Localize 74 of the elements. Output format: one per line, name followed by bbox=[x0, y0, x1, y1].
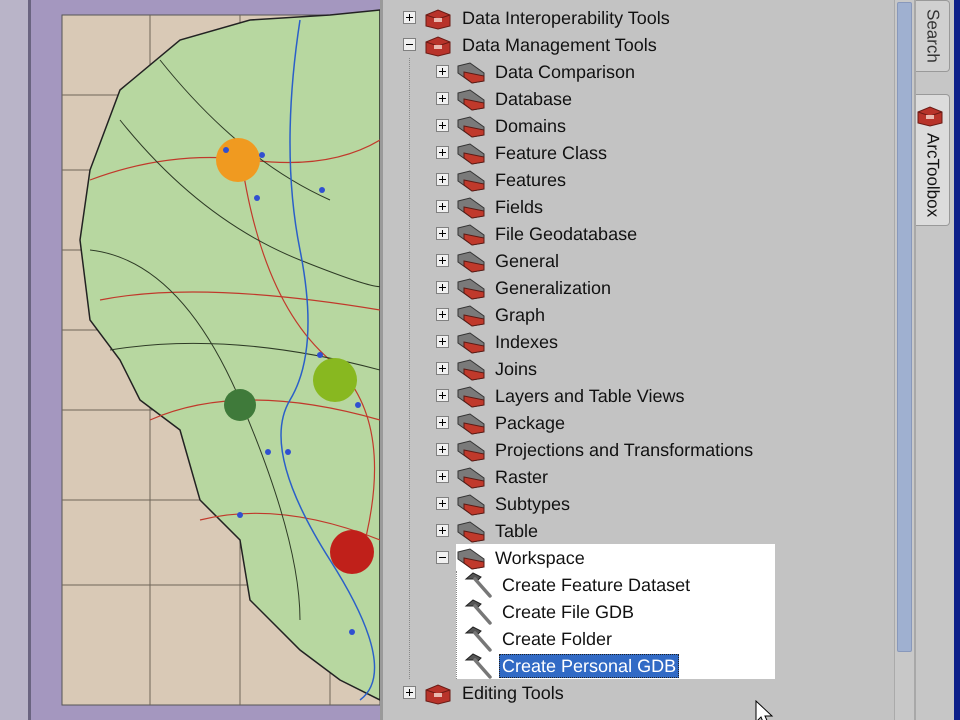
expand-button[interactable] bbox=[436, 146, 449, 159]
tree-item[interactable]: Package bbox=[492, 410, 568, 434]
scrollbar-thumb[interactable] bbox=[897, 2, 912, 652]
tree-item[interactable]: Layers and Table Views bbox=[492, 384, 688, 408]
hammer-icon bbox=[463, 570, 493, 598]
tree-item[interactable]: General bbox=[492, 248, 562, 272]
expand-button[interactable] bbox=[436, 362, 449, 375]
tree-item[interactable]: Database bbox=[492, 86, 576, 110]
tree-item[interactable]: Create Folder bbox=[499, 626, 616, 650]
expand-button[interactable] bbox=[436, 65, 449, 78]
hammer-icon bbox=[463, 598, 493, 626]
toolset-icon bbox=[456, 546, 486, 570]
tree-item[interactable]: Fields bbox=[492, 194, 546, 218]
expand-button[interactable] bbox=[403, 11, 416, 24]
toolset-icon bbox=[456, 222, 486, 246]
toolset-icon bbox=[456, 464, 486, 488]
side-tab[interactable]: ArcToolbox bbox=[916, 94, 950, 226]
tree-item[interactable]: Create File GDB bbox=[499, 600, 638, 624]
tree-item[interactable]: Projections and Transformations bbox=[492, 438, 756, 462]
tree-item[interactable]: Subtypes bbox=[492, 492, 574, 516]
expand-button[interactable] bbox=[436, 470, 449, 483]
expand-button[interactable] bbox=[436, 497, 449, 510]
tree-item[interactable]: Features bbox=[492, 168, 570, 192]
expand-button[interactable] bbox=[436, 524, 449, 537]
expand-button[interactable] bbox=[436, 227, 449, 240]
expand-button[interactable] bbox=[436, 119, 449, 132]
toolset-icon bbox=[456, 410, 486, 434]
expand-button[interactable] bbox=[436, 443, 449, 456]
tree-item[interactable]: Workspace bbox=[492, 546, 588, 570]
tree-item[interactable]: Domains bbox=[492, 114, 570, 138]
toolset-icon bbox=[456, 86, 486, 110]
tree-item[interactable]: Generalization bbox=[492, 276, 614, 300]
side-tab[interactable]: Search bbox=[916, 0, 950, 72]
tree-item[interactable]: Graph bbox=[492, 302, 548, 326]
expand-button[interactable] bbox=[436, 389, 449, 402]
expand-button[interactable] bbox=[436, 173, 449, 186]
tree-item[interactable]: Data Management Tools bbox=[459, 32, 660, 56]
toolset-icon bbox=[456, 330, 486, 354]
toolset-icon bbox=[456, 438, 486, 462]
expand-button[interactable] bbox=[436, 308, 449, 321]
toolset-icon bbox=[456, 492, 486, 516]
hammer-icon bbox=[463, 652, 493, 680]
hammer-icon bbox=[463, 624, 493, 652]
tree-item[interactable]: Create Feature Dataset bbox=[499, 572, 694, 596]
expand-button[interactable] bbox=[403, 686, 416, 699]
toolset-icon bbox=[456, 60, 486, 84]
toolset-icon bbox=[456, 168, 486, 192]
toolset-icon bbox=[456, 356, 486, 380]
tree-item[interactable]: Raster bbox=[492, 464, 552, 488]
expand-button[interactable] bbox=[436, 254, 449, 267]
collapse-button[interactable] bbox=[403, 38, 416, 51]
collapse-button[interactable] bbox=[436, 551, 449, 564]
toolset-icon bbox=[456, 276, 486, 300]
tree-item[interactable]: Data Comparison bbox=[492, 60, 638, 84]
expand-button[interactable] bbox=[436, 281, 449, 294]
toolset-icon bbox=[456, 194, 486, 218]
tree-item[interactable]: Editing Tools bbox=[459, 680, 567, 704]
tree-item[interactable]: Data Interoperability Tools bbox=[459, 6, 673, 30]
expand-button[interactable] bbox=[436, 416, 449, 429]
tree-item[interactable]: Create Personal GDB bbox=[499, 654, 680, 678]
toolset-icon bbox=[456, 518, 486, 542]
tree-item[interactable]: File Geodatabase bbox=[492, 222, 640, 246]
expand-button[interactable] bbox=[436, 200, 449, 213]
toolset-icon bbox=[456, 302, 486, 326]
tree-item[interactable]: Table bbox=[492, 518, 542, 542]
toolset-icon bbox=[456, 140, 486, 164]
tree-item[interactable]: Feature Class bbox=[492, 140, 610, 164]
expand-button[interactable] bbox=[436, 335, 449, 348]
tree-item[interactable]: Indexes bbox=[492, 330, 562, 354]
toolset-icon bbox=[456, 114, 486, 138]
expand-button[interactable] bbox=[436, 92, 449, 105]
toolset-icon bbox=[456, 248, 486, 272]
toolset-icon bbox=[456, 384, 486, 408]
tree-item[interactable]: Joins bbox=[492, 356, 540, 380]
